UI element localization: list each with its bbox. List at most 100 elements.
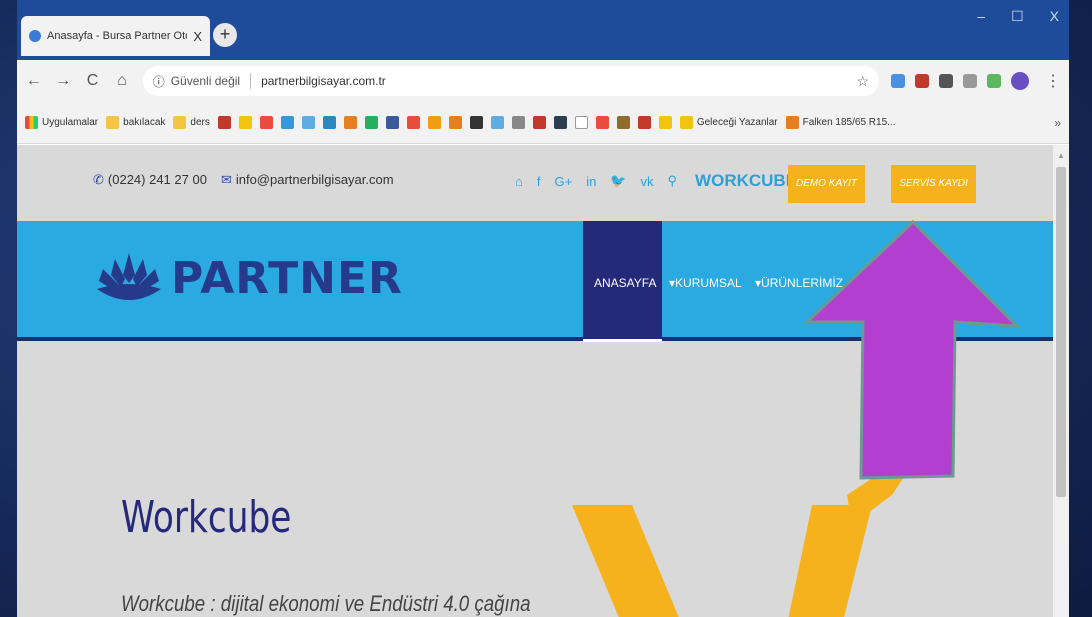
bookmark-site-icon[interactable] [448,116,462,129]
translate-icon[interactable] [301,116,315,129]
security-label: Güvenli değil [170,74,241,88]
nav-anasayfa[interactable]: ANASAYFA [594,276,656,290]
search-icon[interactable]: ⚲ [668,173,678,189]
bookmark-apps[interactable]: Uygulamalar [25,116,98,129]
close-window-button[interactable]: X [1050,8,1059,25]
scroll-up-icon[interactable]: ▲ [1057,151,1065,160]
nav-active-underline [583,339,662,342]
calendar-icon[interactable] [322,116,336,129]
bookmark-label: ders [190,117,210,128]
page-topbar: ✆ (0224) 241 27 00 ✉ info@partnerbilgisaya… [17,145,1053,221]
email-address: info@partnerbilgisayar.com [235,172,394,187]
bookmark-site-icon[interactable] [469,116,483,129]
home-button[interactable]: ⌂ [113,72,130,90]
profile-avatar[interactable] [1011,72,1029,90]
bookmark-site-icon[interactable] [637,116,651,129]
servis-kaydi-button[interactable]: SERVİS KAYDI [891,165,976,203]
bookmark-site-icon [679,116,693,129]
partner-logo[interactable]: PARTNER [95,249,403,307]
contact-info: ✆ (0224) 241 27 00 ✉ info@partnerbilgisaya… [93,172,394,188]
bookmark-label: Falken 185/65 R15... [802,117,896,128]
home-icon[interactable]: ⌂ [515,174,523,189]
hero-subtitle: Workcube : dijital ekonomi ve Endüstri 4… [121,591,531,616]
address-bar[interactable]: ⓘ Güvenli değil partnerbilgisayar.com.tr… [142,66,879,96]
bookmark-site-icon[interactable] [490,116,504,129]
forward-button[interactable]: → [54,72,71,90]
facebook-icon[interactable] [385,116,399,129]
reload-button[interactable]: C [84,72,101,90]
tab-title: Anasayfa - Bursa Partner Otomas [47,30,187,42]
bookmark-site-icon[interactable] [427,116,441,129]
url-text: partnerbilgisayar.com.tr [261,74,386,88]
bookmark-favicons [217,116,672,129]
maximize-button[interactable]: ☐ [1011,8,1024,25]
twitter-icon[interactable]: 🐦 [610,173,626,189]
vk-icon[interactable]: vk [641,174,654,189]
bookmark-label: bakılacak [123,117,166,128]
bookmark-site-icon [785,116,799,129]
facebook-icon[interactable]: f [537,174,541,189]
page-scrollbar[interactable]: ▲ [1053,145,1069,617]
drive-icon[interactable] [280,116,294,129]
extension-icon[interactable] [915,74,929,88]
window-controls: – ☐ X [977,8,1059,25]
folder-icon [106,116,120,129]
youtube-icon[interactable] [259,116,273,129]
nav-kurumsal-label: KURUMSAL [675,276,742,290]
pointing-arrow-annotation [803,219,1021,480]
bookmark-label: Uygulamalar [42,117,99,128]
bookmark-folder[interactable]: ders [173,116,210,129]
folder-icon [173,116,187,129]
phone-icon: ✆ [93,172,104,187]
bookmark-site-icon[interactable] [343,116,357,129]
mail-icon: ✉ [220,172,232,187]
extension-icon[interactable] [987,74,1001,88]
email-link[interactable]: ✉ info@partnerbilgisayar.com [221,172,394,188]
bookmark-folder[interactable]: bakılacak [106,116,165,129]
omnibox-divider [250,73,252,89]
bookmark-site-icon[interactable] [406,116,420,129]
wikipedia-icon[interactable] [574,116,588,129]
demo-kayit-button[interactable]: DEMO KAYIT [788,165,865,203]
bookmark-site-icon[interactable] [595,116,609,129]
lotus-logo-icon [97,253,161,300]
bookmark-star-icon[interactable]: ☆ [856,73,869,90]
browser-tab[interactable]: Anasayfa - Bursa Partner Otomas X [21,16,210,56]
site-favicon-icon [29,30,41,42]
bookmark-site-icon[interactable] [553,116,567,129]
browser-toolbar: ← → C ⌂ ⓘ Güvenli değil partnerbilgisaya… [17,60,1069,102]
back-button[interactable]: ← [25,72,42,90]
gmail-icon[interactable] [217,116,231,129]
google-plus-icon[interactable]: G+ [554,174,572,189]
bookmark-label: Geleceği Yazanlar [696,117,778,128]
phone-link[interactable]: ✆ (0224) 241 27 00 [93,172,207,188]
nav-kurumsal-dropdown[interactable]: ▾KURUMSAL [669,276,742,290]
browser-menu-icon[interactable]: ⋮ [1045,71,1061,91]
more-bookmarks-icon[interactable]: » [1054,116,1061,130]
bookmark-geleceği-yazanlar[interactable]: Geleceği Yazanlar [679,116,778,129]
tab-strip: Anasayfa - Bursa Partner Otomas X + – ☐ … [17,0,1069,60]
keep-icon[interactable] [238,116,252,129]
bookmark-falken[interactable]: Falken 185/65 R15... [785,116,896,129]
hero-title: Workcube [121,492,292,543]
extension-icon[interactable] [891,74,905,88]
info-icon[interactable]: ⓘ [153,73,165,90]
extension-icon[interactable] [963,74,977,88]
bookmark-site-icon[interactable] [616,116,630,129]
bookmark-site-icon[interactable] [364,116,378,129]
bookmarks-bar: Uygulamalar bakılacak ders Geleceği Yaza… [17,102,1069,144]
extension-icon[interactable] [939,74,953,88]
social-links: ⌂ f G+ in 🐦 vk ⚲ WORKCUBE [515,171,797,191]
extensions-area [891,72,1029,90]
bookmark-site-icon[interactable] [511,116,525,129]
workcube-link[interactable]: WORKCUBE [695,171,797,191]
linkedin-icon[interactable]: in [586,174,596,189]
minimize-button[interactable]: – [977,8,985,25]
bookmark-site-icon[interactable] [532,116,546,129]
bookmark-site-icon[interactable] [658,116,672,129]
apps-grid-icon [25,116,38,129]
close-tab-icon[interactable]: X [193,29,202,44]
scrollbar-thumb[interactable] [1056,167,1066,497]
logo-text: PARTNER [171,252,403,304]
new-tab-button[interactable]: + [213,23,237,47]
